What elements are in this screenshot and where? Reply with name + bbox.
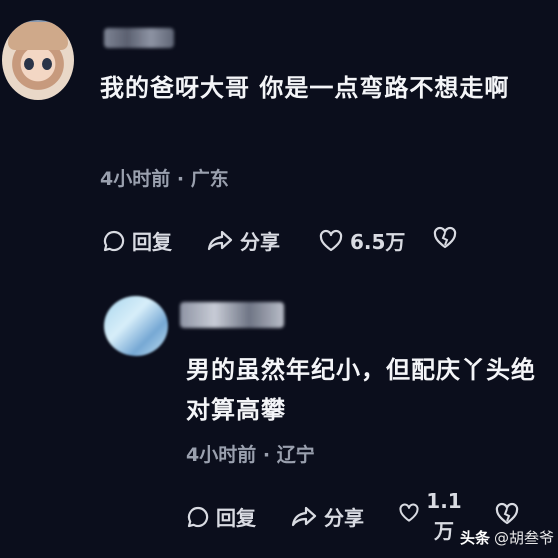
reply-button[interactable]: 回复 xyxy=(102,226,172,255)
share-button[interactable]: 分享 xyxy=(206,226,280,255)
broken-heart-icon xyxy=(432,226,458,250)
commenter-avatar[interactable] xyxy=(104,296,168,356)
comment-location: 广东 xyxy=(190,168,229,190)
share-label: 分享 xyxy=(324,506,364,530)
share-arrow-icon xyxy=(206,229,234,253)
avatar-hair xyxy=(8,22,68,50)
reply-label: 回复 xyxy=(132,230,172,254)
dislike-button[interactable] xyxy=(494,502,520,526)
watermark-handle: @胡叁爷 xyxy=(493,529,554,547)
avatar-eye xyxy=(42,58,52,70)
comment-time: 4小时前 xyxy=(100,168,171,190)
commenter-name-blurred[interactable] xyxy=(104,28,174,48)
heart-icon xyxy=(318,229,344,253)
share-arrow-icon xyxy=(290,505,318,529)
watermark: 头条 @胡叁爷 xyxy=(460,527,554,548)
share-label: 分享 xyxy=(240,230,280,254)
watermark-brand: 头条 xyxy=(459,529,490,547)
comment-text: 我的爸呀大哥 你是一点弯路不想走啊 xyxy=(100,74,510,102)
share-button[interactable]: 分享 xyxy=(290,502,364,531)
speech-bubble-icon xyxy=(186,505,210,529)
comment-meta: 4小时前 · 广东 xyxy=(100,164,229,191)
commenter-avatar[interactable] xyxy=(2,20,74,100)
dislike-button[interactable] xyxy=(432,226,458,250)
like-count: 6.5万 xyxy=(350,230,406,254)
comment-meta: 4小时前 · 辽宁 xyxy=(186,440,315,467)
meta-separator: · xyxy=(176,168,191,190)
comment-location: 辽宁 xyxy=(276,444,315,466)
like-count: 1.1 万 xyxy=(424,486,464,546)
comment-time: 4小时前 xyxy=(186,444,257,466)
speech-bubble-icon xyxy=(102,229,126,253)
commenter-name-blurred[interactable] xyxy=(180,302,284,328)
heart-icon xyxy=(398,502,420,524)
like-button[interactable]: 6.5万 xyxy=(318,226,405,255)
reply-label: 回复 xyxy=(216,506,256,530)
meta-separator: · xyxy=(262,444,277,466)
reply-button[interactable]: 回复 xyxy=(186,502,256,531)
like-count-value: 1.1 万 xyxy=(426,489,462,543)
like-button[interactable] xyxy=(398,502,420,524)
comment-text: 男的虽然年纪小，但配庆丫头绝对算高攀 xyxy=(186,356,536,424)
avatar-eye xyxy=(24,58,34,70)
broken-heart-icon xyxy=(494,502,520,526)
